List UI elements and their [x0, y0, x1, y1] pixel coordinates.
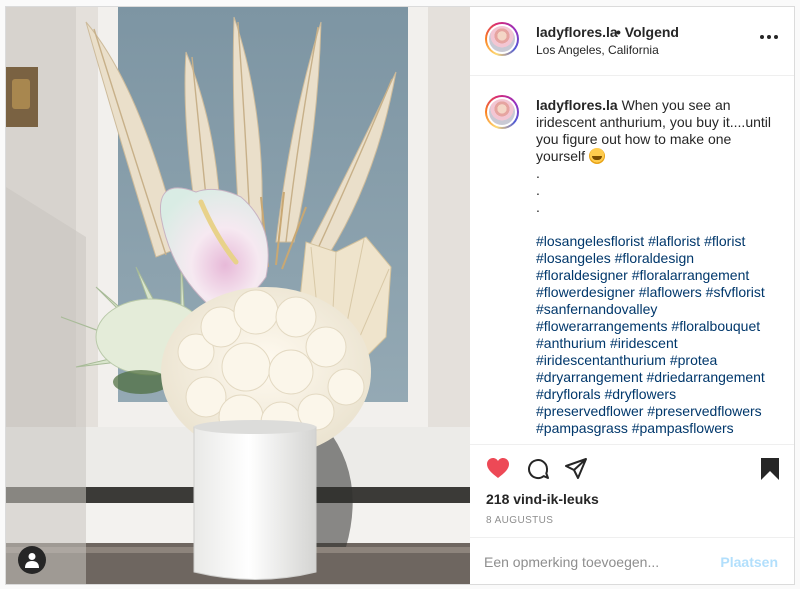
hashtag-link[interactable]: #dryflowers: [604, 386, 676, 402]
follow-status[interactable]: • Volgend: [616, 24, 679, 40]
likes-count[interactable]: 218 vind-ik-leuks: [486, 491, 599, 507]
hashtag-link[interactable]: #dryarrangement: [536, 369, 643, 385]
caption-avatar[interactable]: [485, 95, 519, 129]
hashtag-link[interactable]: #flowerdesigner: [536, 284, 635, 300]
hashtag-link[interactable]: #floralarrangement: [632, 267, 750, 283]
author-username[interactable]: ladyflores.la: [536, 24, 618, 40]
like-button[interactable]: [486, 457, 510, 484]
hashtag-link[interactable]: #losangelesflorist: [536, 233, 644, 249]
post-actions: 218 vind-ik-leuks 8 AUGUSTUS Plaatsen: [470, 444, 794, 584]
post-photo[interactable]: [6, 7, 470, 584]
hashtag-link[interactable]: #floralbouquet: [671, 318, 760, 334]
comment-box: Plaatsen: [470, 537, 794, 584]
bookmark-filled-icon: [761, 458, 779, 480]
hashtag-link[interactable]: #dryflorals: [536, 386, 601, 402]
paper-plane-icon: [565, 458, 587, 479]
arrangement-photo: [6, 7, 470, 584]
hashtag-link[interactable]: #laflorist: [648, 233, 700, 249]
hashtag-link[interactable]: #pampasgrass: [536, 420, 628, 436]
hashtag-link[interactable]: #laflowers: [639, 284, 702, 300]
comments-area[interactable]: ladyflores.la When you see an iridescent…: [470, 76, 794, 443]
author-avatar[interactable]: [485, 22, 519, 56]
hashtag-link[interactable]: #iridescentanthurium: [536, 352, 666, 368]
follow-label: Volgend: [624, 24, 679, 40]
hashtag-list: #losangelesflorist #laflorist #florist #…: [536, 233, 776, 437]
post-dialog: ladyflores.la • Volgend Los Angeles, Cal…: [5, 6, 795, 585]
hashtag-link[interactable]: #pampasflowers: [632, 420, 734, 436]
heart-filled-icon: [487, 458, 509, 478]
hashtag-link[interactable]: #sfvflorist: [706, 284, 765, 300]
hashtag-link[interactable]: #anthurium: [536, 335, 606, 351]
comment-icon: [528, 459, 549, 479]
hashtag-link[interactable]: #floraldesign: [615, 250, 694, 266]
hashtag-link[interactable]: #preservedflowers: [647, 403, 761, 419]
hashtag-link[interactable]: #sanfernandovalley: [536, 301, 657, 317]
post-date[interactable]: 8 AUGUSTUS: [486, 515, 553, 526]
comment-input[interactable]: [484, 550, 704, 574]
hashtag-link[interactable]: #protea: [670, 352, 717, 368]
hashtag-link[interactable]: #iridescent: [610, 335, 678, 351]
hashtag-link[interactable]: #floraldesigner: [536, 267, 628, 283]
more-horizontal-icon: [760, 35, 778, 39]
hashtag-link[interactable]: #preservedflower: [536, 403, 643, 419]
hashtag-link[interactable]: #driedarrangement: [647, 369, 765, 385]
comment-button[interactable]: [526, 457, 550, 486]
hashtag-link[interactable]: #flowerarrangements: [536, 318, 668, 334]
caption-dot: .: [536, 199, 540, 215]
user-tag-button[interactable]: [18, 546, 46, 574]
caption-dots: . . .: [536, 165, 776, 216]
share-button[interactable]: [564, 457, 588, 486]
caption-username[interactable]: ladyflores.la: [536, 97, 618, 113]
hashtag-link[interactable]: #florist: [704, 233, 745, 249]
follow-separator: •: [616, 24, 621, 40]
post-location[interactable]: Los Angeles, California: [536, 43, 659, 57]
hashtag-link[interactable]: #losangeles: [536, 250, 611, 266]
post-comment-button[interactable]: Plaatsen: [720, 554, 778, 570]
caption-dot: .: [536, 165, 540, 181]
caption: ladyflores.la When you see an iridescent…: [536, 97, 776, 437]
post-side-panel: ladyflores.la • Volgend Los Angeles, Cal…: [470, 7, 794, 584]
caption-dot: .: [536, 182, 540, 198]
user-tag-icon: [25, 553, 39, 568]
star-struck-emoji-icon: [588, 148, 605, 164]
save-button[interactable]: [760, 457, 780, 486]
more-options-button[interactable]: [758, 29, 780, 49]
post-header: ladyflores.la • Volgend Los Angeles, Cal…: [470, 7, 794, 76]
